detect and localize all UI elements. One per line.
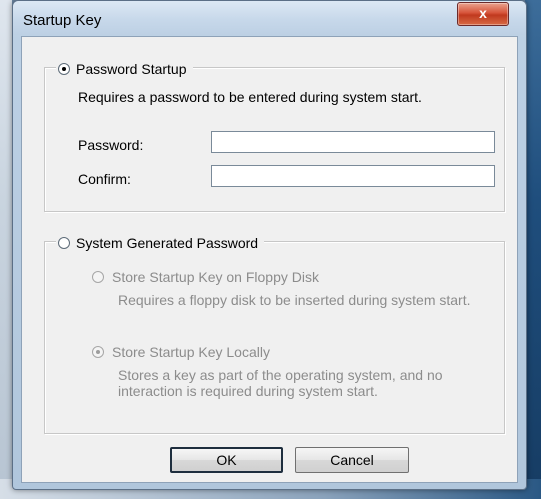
password-field[interactable]: [211, 131, 495, 153]
system-generated-option[interactable]: System Generated Password: [56, 235, 265, 251]
store-on-floppy-description: Requires a floppy disk to be inserted du…: [118, 292, 471, 308]
cancel-button[interactable]: Cancel: [295, 447, 409, 473]
close-icon: x: [479, 5, 487, 21]
password-label: Password:: [78, 137, 144, 153]
confirm-label: Confirm:: [78, 171, 131, 187]
desktop-background-left: [0, 0, 12, 499]
system-generated-label: System Generated Password: [76, 235, 259, 251]
confirm-field[interactable]: [211, 165, 495, 187]
store-locally-label: Store Startup Key Locally: [112, 344, 270, 360]
dialog-title: Startup Key: [23, 12, 102, 29]
dialog-client-area: Password Startup Requires a password to …: [21, 36, 518, 483]
system-generated-radio[interactable]: [58, 237, 70, 249]
title-bar[interactable]: Startup Key x: [13, 1, 526, 35]
store-locally-radio[interactable]: [92, 346, 104, 358]
password-startup-label: Password Startup: [76, 61, 187, 77]
store-locally-option[interactable]: Store Startup Key Locally: [92, 344, 270, 360]
desktop-background-right: [525, 0, 541, 499]
startup-key-dialog: Startup Key x Password Startup Requires …: [12, 0, 527, 490]
close-button[interactable]: x: [457, 2, 509, 26]
password-startup-radio[interactable]: [58, 63, 70, 75]
ok-button[interactable]: OK: [170, 447, 283, 473]
password-startup-description: Requires a password to be entered during…: [78, 89, 422, 105]
password-startup-option[interactable]: Password Startup: [56, 61, 193, 77]
store-on-floppy-label: Store Startup Key on Floppy Disk: [112, 269, 319, 285]
store-locally-description: Stores a key as part of the operating sy…: [118, 367, 443, 399]
store-on-floppy-radio[interactable]: [92, 271, 104, 283]
store-on-floppy-option[interactable]: Store Startup Key on Floppy Disk: [92, 269, 319, 285]
